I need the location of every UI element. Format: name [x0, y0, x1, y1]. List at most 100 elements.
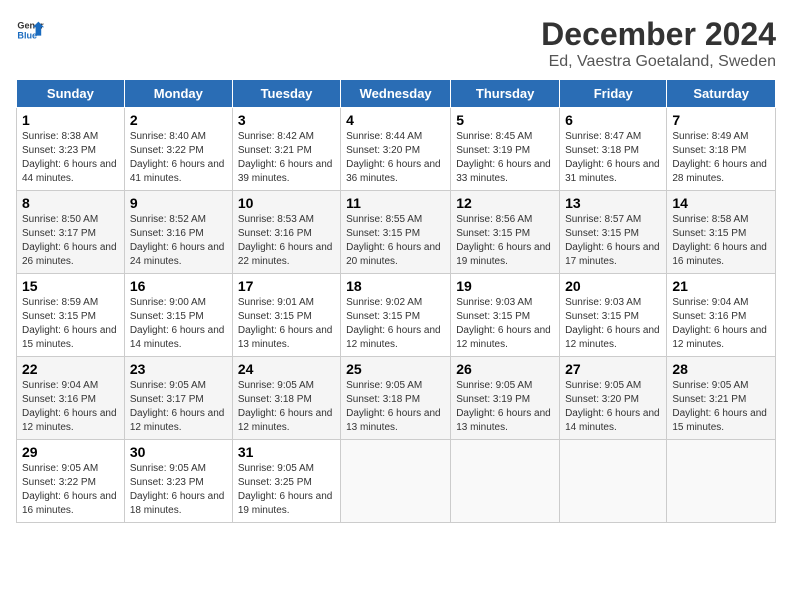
day-number: 31 [238, 444, 335, 460]
day-number: 20 [565, 278, 661, 294]
calendar-cell: 14 Sunrise: 8:58 AMSunset: 3:15 PMDaylig… [667, 191, 776, 274]
day-info: Sunrise: 8:40 AMSunset: 3:22 PMDaylight:… [130, 131, 225, 184]
day-number: 1 [22, 112, 119, 128]
header-day: Friday [560, 80, 667, 108]
calendar-cell: 27 Sunrise: 9:05 AMSunset: 3:20 PMDaylig… [560, 357, 667, 440]
day-info: Sunrise: 8:56 AMSunset: 3:15 PMDaylight:… [456, 214, 551, 267]
day-info: Sunrise: 8:52 AMSunset: 3:16 PMDaylight:… [130, 214, 225, 267]
calendar-cell: 6 Sunrise: 8:47 AMSunset: 3:18 PMDayligh… [560, 108, 667, 191]
day-number: 3 [238, 112, 335, 128]
day-number: 10 [238, 195, 335, 211]
day-info: Sunrise: 9:03 AMSunset: 3:15 PMDaylight:… [565, 297, 660, 350]
header: General Blue December 2024 Ed, Vaestra G… [16, 16, 776, 71]
calendar-cell: 17 Sunrise: 9:01 AMSunset: 3:15 PMDaylig… [232, 274, 340, 357]
day-info: Sunrise: 8:49 AMSunset: 3:18 PMDaylight:… [672, 131, 767, 184]
day-info: Sunrise: 9:00 AMSunset: 3:15 PMDaylight:… [130, 297, 225, 350]
day-number: 6 [565, 112, 661, 128]
svg-text:Blue: Blue [17, 30, 37, 40]
header-day: Sunday [17, 80, 125, 108]
day-number: 13 [565, 195, 661, 211]
calendar-cell: 2 Sunrise: 8:40 AMSunset: 3:22 PMDayligh… [124, 108, 232, 191]
calendar-cell: 10 Sunrise: 8:53 AMSunset: 3:16 PMDaylig… [232, 191, 340, 274]
calendar-cell: 18 Sunrise: 9:02 AMSunset: 3:15 PMDaylig… [341, 274, 451, 357]
day-info: Sunrise: 9:05 AMSunset: 3:20 PMDaylight:… [565, 380, 660, 433]
day-number: 11 [346, 195, 445, 211]
day-info: Sunrise: 9:05 AMSunset: 3:21 PMDaylight:… [672, 380, 767, 433]
day-number: 27 [565, 361, 661, 377]
calendar-cell: 4 Sunrise: 8:44 AMSunset: 3:20 PMDayligh… [341, 108, 451, 191]
calendar-cell: 8 Sunrise: 8:50 AMSunset: 3:17 PMDayligh… [17, 191, 125, 274]
day-number: 14 [672, 195, 770, 211]
day-number: 2 [130, 112, 227, 128]
calendar-week-row: 22 Sunrise: 9:04 AMSunset: 3:16 PMDaylig… [17, 357, 776, 440]
day-number: 18 [346, 278, 445, 294]
logo: General Blue [16, 16, 44, 44]
day-number: 9 [130, 195, 227, 211]
calendar-week-row: 8 Sunrise: 8:50 AMSunset: 3:17 PMDayligh… [17, 191, 776, 274]
day-info: Sunrise: 9:03 AMSunset: 3:15 PMDaylight:… [456, 297, 551, 350]
calendar-cell: 31 Sunrise: 9:05 AMSunset: 3:25 PMDaylig… [232, 440, 340, 523]
calendar-cell: 29 Sunrise: 9:05 AMSunset: 3:22 PMDaylig… [17, 440, 125, 523]
day-number: 8 [22, 195, 119, 211]
calendar-week-row: 1 Sunrise: 8:38 AMSunset: 3:23 PMDayligh… [17, 108, 776, 191]
header-row: SundayMondayTuesdayWednesdayThursdayFrid… [17, 80, 776, 108]
header-day: Thursday [451, 80, 560, 108]
day-number: 12 [456, 195, 554, 211]
day-info: Sunrise: 9:02 AMSunset: 3:15 PMDaylight:… [346, 297, 441, 350]
day-number: 21 [672, 278, 770, 294]
day-number: 19 [456, 278, 554, 294]
header-day: Tuesday [232, 80, 340, 108]
day-number: 16 [130, 278, 227, 294]
day-number: 17 [238, 278, 335, 294]
day-info: Sunrise: 9:05 AMSunset: 3:22 PMDaylight:… [22, 463, 117, 516]
calendar-cell [560, 440, 667, 523]
header-day: Saturday [667, 80, 776, 108]
day-number: 24 [238, 361, 335, 377]
day-info: Sunrise: 8:58 AMSunset: 3:15 PMDaylight:… [672, 214, 767, 267]
day-info: Sunrise: 9:05 AMSunset: 3:25 PMDaylight:… [238, 463, 333, 516]
day-info: Sunrise: 9:05 AMSunset: 3:17 PMDaylight:… [130, 380, 225, 433]
calendar-cell: 21 Sunrise: 9:04 AMSunset: 3:16 PMDaylig… [667, 274, 776, 357]
title-area: December 2024 Ed, Vaestra Goetaland, Swe… [541, 16, 776, 71]
day-info: Sunrise: 9:04 AMSunset: 3:16 PMDaylight:… [672, 297, 767, 350]
day-number: 25 [346, 361, 445, 377]
day-info: Sunrise: 8:44 AMSunset: 3:20 PMDaylight:… [346, 131, 441, 184]
day-info: Sunrise: 8:42 AMSunset: 3:21 PMDaylight:… [238, 131, 333, 184]
calendar-cell: 24 Sunrise: 9:05 AMSunset: 3:18 PMDaylig… [232, 357, 340, 440]
calendar-cell: 3 Sunrise: 8:42 AMSunset: 3:21 PMDayligh… [232, 108, 340, 191]
day-number: 4 [346, 112, 445, 128]
day-info: Sunrise: 8:59 AMSunset: 3:15 PMDaylight:… [22, 297, 117, 350]
calendar-cell: 20 Sunrise: 9:03 AMSunset: 3:15 PMDaylig… [560, 274, 667, 357]
calendar-cell: 9 Sunrise: 8:52 AMSunset: 3:16 PMDayligh… [124, 191, 232, 274]
subtitle: Ed, Vaestra Goetaland, Sweden [541, 53, 776, 71]
calendar-cell [341, 440, 451, 523]
header-day: Monday [124, 80, 232, 108]
calendar-cell: 7 Sunrise: 8:49 AMSunset: 3:18 PMDayligh… [667, 108, 776, 191]
day-info: Sunrise: 8:53 AMSunset: 3:16 PMDaylight:… [238, 214, 333, 267]
day-info: Sunrise: 9:01 AMSunset: 3:15 PMDaylight:… [238, 297, 333, 350]
calendar-cell: 19 Sunrise: 9:03 AMSunset: 3:15 PMDaylig… [451, 274, 560, 357]
day-number: 29 [22, 444, 119, 460]
calendar-cell: 5 Sunrise: 8:45 AMSunset: 3:19 PMDayligh… [451, 108, 560, 191]
day-info: Sunrise: 9:05 AMSunset: 3:23 PMDaylight:… [130, 463, 225, 516]
day-info: Sunrise: 8:45 AMSunset: 3:19 PMDaylight:… [456, 131, 551, 184]
day-info: Sunrise: 8:47 AMSunset: 3:18 PMDaylight:… [565, 131, 660, 184]
calendar-cell: 26 Sunrise: 9:05 AMSunset: 3:19 PMDaylig… [451, 357, 560, 440]
day-info: Sunrise: 9:05 AMSunset: 3:18 PMDaylight:… [238, 380, 333, 433]
day-number: 23 [130, 361, 227, 377]
day-info: Sunrise: 9:04 AMSunset: 3:16 PMDaylight:… [22, 380, 117, 433]
day-number: 30 [130, 444, 227, 460]
calendar-cell: 16 Sunrise: 9:00 AMSunset: 3:15 PMDaylig… [124, 274, 232, 357]
header-day: Wednesday [341, 80, 451, 108]
day-info: Sunrise: 9:05 AMSunset: 3:18 PMDaylight:… [346, 380, 441, 433]
calendar-cell: 12 Sunrise: 8:56 AMSunset: 3:15 PMDaylig… [451, 191, 560, 274]
day-info: Sunrise: 9:05 AMSunset: 3:19 PMDaylight:… [456, 380, 551, 433]
calendar-cell: 15 Sunrise: 8:59 AMSunset: 3:15 PMDaylig… [17, 274, 125, 357]
main-title: December 2024 [541, 16, 776, 53]
calendar-week-row: 29 Sunrise: 9:05 AMSunset: 3:22 PMDaylig… [17, 440, 776, 523]
calendar-cell [667, 440, 776, 523]
day-info: Sunrise: 8:57 AMSunset: 3:15 PMDaylight:… [565, 214, 660, 267]
calendar-table: SundayMondayTuesdayWednesdayThursdayFrid… [16, 79, 776, 523]
calendar-cell: 30 Sunrise: 9:05 AMSunset: 3:23 PMDaylig… [124, 440, 232, 523]
day-number: 26 [456, 361, 554, 377]
